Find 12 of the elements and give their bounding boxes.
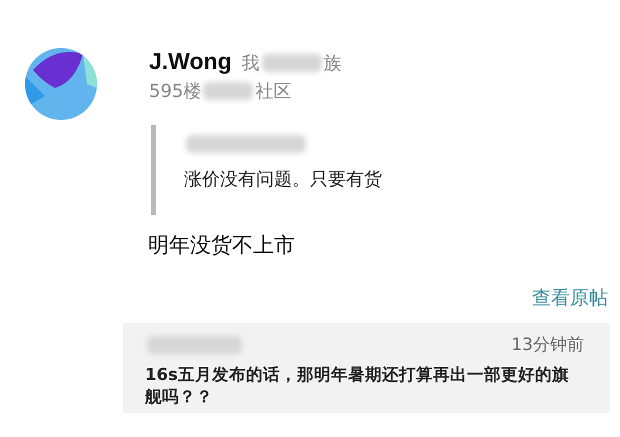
view-original-link[interactable]: 查看原帖 <box>532 285 608 311</box>
quote-text: 涨价没有问题。只要有货 <box>184 168 382 191</box>
floor-community-text: 社区 <box>255 80 292 103</box>
reply-time: 13分钟前 <box>511 334 584 356</box>
floor-community-text: 595楼 <box>149 80 202 103</box>
author-name[interactable]: J.Wong <box>149 48 232 75</box>
redaction-mark <box>203 82 254 100</box>
reply-text: 16s五月发布的话，那明年暑期还打算再出一部更好的旗舰吗？？ <box>145 364 570 408</box>
user-tag-text: 我 <box>242 52 260 75</box>
redaction-mark <box>262 54 322 72</box>
user-tag-text: 族 <box>324 52 342 75</box>
post-text: 明年没货不上市 <box>148 232 296 259</box>
